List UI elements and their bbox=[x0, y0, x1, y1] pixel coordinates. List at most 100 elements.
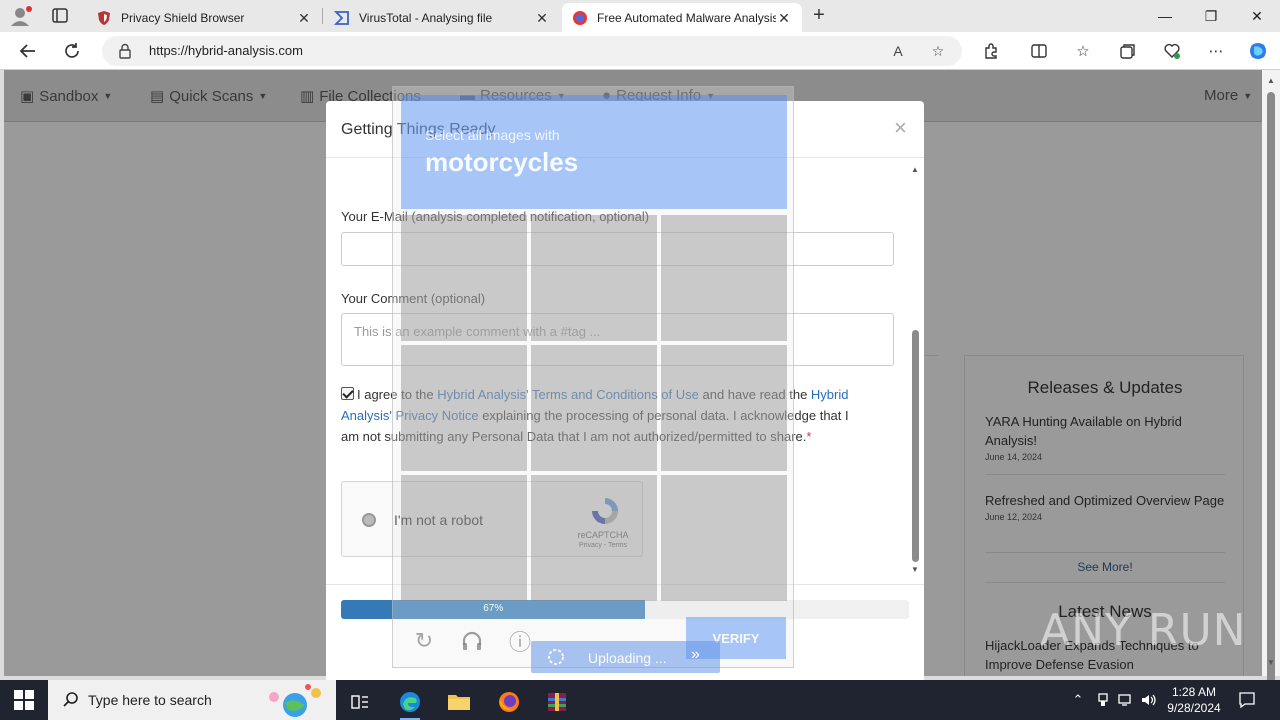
tab-title: VirusTotal - Analysing file bbox=[359, 10, 493, 25]
recaptcha-checkbox[interactable] bbox=[362, 513, 376, 527]
extensions-icon[interactable] bbox=[980, 40, 1002, 62]
captcha-instructions: Select all images with motorcycles bbox=[401, 95, 787, 209]
edge-taskbar-icon[interactable] bbox=[390, 684, 430, 720]
address-toolbar: https://hybrid-analysis.com A ☆ ☆ ⋯ bbox=[0, 32, 1280, 70]
url-text[interactable]: https://hybrid-analysis.com bbox=[149, 43, 303, 58]
scrollbar-thumb[interactable] bbox=[1267, 92, 1275, 684]
profile-icon[interactable] bbox=[8, 4, 34, 28]
copilot-icon[interactable] bbox=[1247, 40, 1269, 62]
volume-icon[interactable] bbox=[1140, 691, 1158, 709]
captcha-tile[interactable] bbox=[531, 345, 657, 471]
clock-date: 9/28/2024 bbox=[1167, 701, 1221, 715]
modal-close-button[interactable]: × bbox=[894, 115, 907, 141]
windows-start-icon[interactable] bbox=[14, 690, 34, 710]
content-panel-edge bbox=[922, 355, 938, 676]
divider bbox=[985, 582, 1225, 583]
scroll-down-icon[interactable]: ▼ bbox=[1267, 658, 1275, 667]
captcha-tile[interactable] bbox=[401, 345, 527, 471]
notifications-icon[interactable] bbox=[1238, 691, 1256, 709]
collections-icon[interactable] bbox=[1117, 40, 1139, 62]
anyrun-watermark: ANY RUN bbox=[1040, 605, 1247, 656]
close-tab-icon[interactable]: ✕ bbox=[296, 10, 312, 26]
scroll-up-icon[interactable]: ▲ bbox=[1267, 76, 1275, 85]
close-tab-icon[interactable]: ✕ bbox=[776, 10, 792, 26]
page-scrollbar[interactable]: ▲ ▼ bbox=[1262, 70, 1280, 684]
release-item[interactable]: Refreshed and Optimized Overview Page Ju… bbox=[985, 491, 1225, 522]
release-title[interactable]: Refreshed and Optimized Overview Page bbox=[985, 491, 1225, 510]
audio-challenge-icon[interactable] bbox=[458, 627, 486, 655]
windows-taskbar: Type here to search ⌃ 1:28 AM 9/28/2024 bbox=[0, 680, 1280, 720]
release-item[interactable]: YARA Hunting Available on Hybrid Analysi… bbox=[985, 412, 1225, 462]
favorite-star-icon[interactable]: ☆ bbox=[928, 41, 948, 61]
search-icon bbox=[63, 692, 78, 707]
virustotal-icon bbox=[334, 10, 349, 25]
captcha-tile[interactable] bbox=[661, 215, 787, 341]
see-more-link[interactable]: See More! bbox=[965, 560, 1245, 574]
read-aloud-icon[interactable]: A bbox=[888, 41, 908, 61]
scroll-down-icon[interactable]: ▼ bbox=[911, 565, 919, 574]
favorites-icon[interactable]: ☆ bbox=[1072, 40, 1094, 62]
captcha-tile[interactable] bbox=[531, 215, 657, 341]
scrollbar-thumb[interactable] bbox=[912, 330, 919, 562]
minimize-button[interactable]: — bbox=[1142, 0, 1188, 32]
browser-essentials-icon[interactable] bbox=[1161, 40, 1183, 62]
show-hidden-icons-icon[interactable]: ⌃ bbox=[1069, 691, 1087, 709]
divider bbox=[985, 552, 1225, 553]
captcha-tile[interactable] bbox=[401, 475, 527, 601]
lock-icon[interactable] bbox=[118, 43, 132, 59]
restore-button[interactable]: ❐ bbox=[1188, 0, 1234, 32]
close-window-button[interactable]: ✕ bbox=[1234, 0, 1280, 32]
releases-heading: Releases & Updates bbox=[1027, 378, 1183, 397]
modal-scrollbar[interactable]: ▲ ▼ bbox=[910, 165, 922, 575]
winrar-icon[interactable] bbox=[537, 684, 577, 720]
task-view-icon[interactable] bbox=[340, 684, 380, 720]
release-date: June 12, 2024 bbox=[985, 512, 1043, 522]
info-icon[interactable]: ⓘ bbox=[506, 627, 534, 655]
spinner-icon bbox=[548, 649, 564, 665]
scroll-up-icon[interactable]: ▲ bbox=[911, 165, 919, 174]
settings-more-icon[interactable]: ⋯ bbox=[1205, 40, 1227, 62]
nav-label: Quick Scans bbox=[169, 87, 254, 105]
captcha-target-text: motorcycles bbox=[425, 147, 579, 177]
nav-quick-scans[interactable]: ▤ Quick Scans ▼ bbox=[150, 87, 267, 106]
nav-sandbox[interactable]: ▣ Sandbox ▼ bbox=[20, 87, 112, 106]
refresh-icon[interactable] bbox=[61, 40, 83, 62]
captcha-tile[interactable] bbox=[661, 475, 787, 601]
search-highlight-icon bbox=[269, 684, 321, 717]
split-screen-icon[interactable] bbox=[1028, 40, 1050, 62]
system-clock[interactable]: 1:28 AM 9/28/2024 bbox=[1160, 684, 1228, 716]
release-title[interactable]: YARA Hunting Available on Hybrid Analysi… bbox=[985, 412, 1225, 450]
nav-more[interactable]: More ▼ bbox=[1204, 87, 1252, 104]
double-arrow-icon: » bbox=[691, 646, 700, 663]
firefox-icon[interactable] bbox=[489, 684, 529, 720]
usb-device-icon[interactable] bbox=[1094, 691, 1112, 709]
network-icon[interactable] bbox=[1117, 691, 1135, 709]
uploading-button[interactable]: Uploading ... » bbox=[531, 641, 720, 673]
caret-down-icon: ▼ bbox=[1243, 90, 1253, 101]
release-date: June 14, 2024 bbox=[985, 452, 1043, 462]
tab-virustotal[interactable]: VirusTotal - Analysing file ✕ bbox=[324, 3, 560, 32]
terms-checkbox[interactable] bbox=[341, 387, 354, 400]
captcha-instruction-text: Select all images with bbox=[425, 127, 560, 143]
clock-time: 1:28 AM bbox=[1171, 685, 1217, 699]
files-icon: ▥ bbox=[300, 88, 315, 105]
taskbar-search[interactable]: Type here to search bbox=[48, 680, 336, 720]
file-explorer-icon[interactable] bbox=[439, 684, 479, 720]
captcha-tile[interactable] bbox=[531, 475, 657, 601]
back-icon[interactable] bbox=[17, 40, 39, 62]
captcha-challenge: Select all images with motorcycles ↻ ⓘ V… bbox=[392, 86, 794, 668]
tab-separator bbox=[322, 8, 323, 24]
hybrid-analysis-icon bbox=[573, 10, 587, 25]
captcha-tile[interactable] bbox=[661, 345, 787, 471]
reload-icon[interactable]: ↻ bbox=[410, 627, 438, 655]
captcha-tile[interactable] bbox=[401, 215, 527, 341]
address-bar[interactable]: https://hybrid-analysis.com A ☆ bbox=[102, 36, 962, 66]
shield-icon bbox=[98, 10, 110, 25]
cube-icon: ▣ bbox=[20, 88, 35, 105]
tab-privacy-shield[interactable]: Privacy Shield Browser ✕ bbox=[86, 3, 322, 32]
tab-title: Free Automated Malware Analysis bbox=[597, 10, 776, 25]
new-tab-button[interactable]: + bbox=[808, 5, 830, 27]
tab-actions-icon[interactable] bbox=[46, 5, 74, 27]
tab-hybrid-analysis[interactable]: Free Automated Malware Analysis ✕ bbox=[562, 3, 802, 32]
close-tab-icon[interactable]: ✕ bbox=[534, 10, 550, 26]
